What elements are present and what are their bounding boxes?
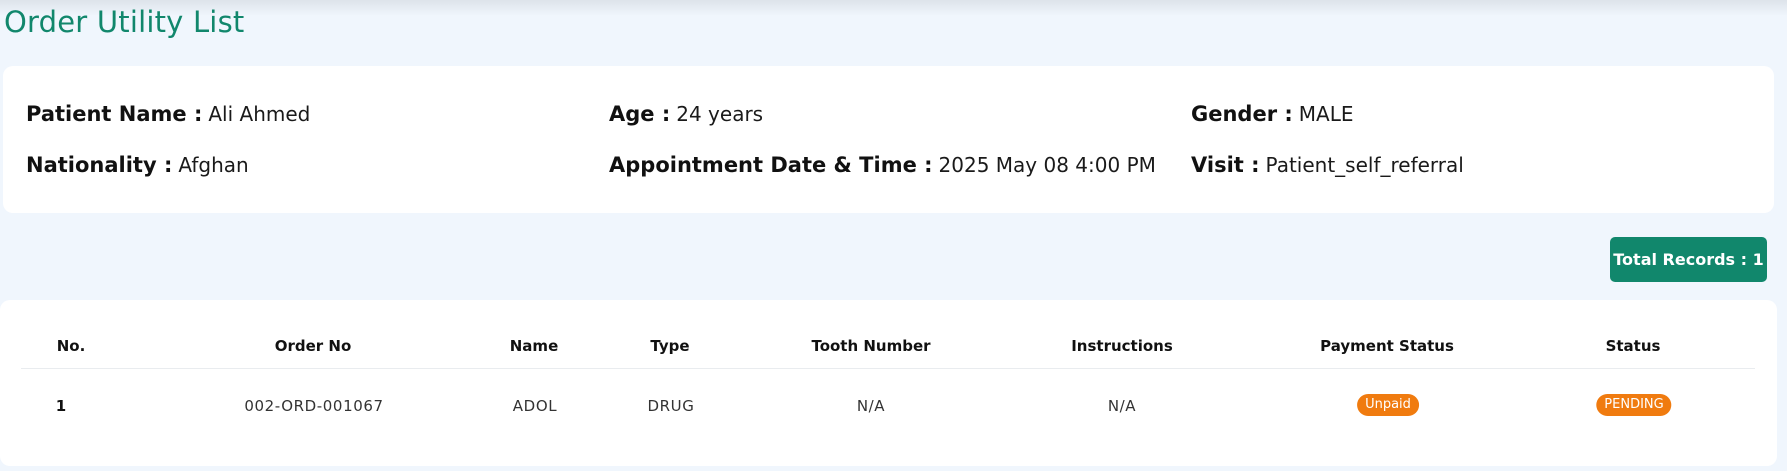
column-header-name[interactable]: Name xyxy=(510,337,558,355)
age-value: 24 years xyxy=(676,102,764,126)
appointment-value: 2025 May 08 4:00 PM xyxy=(938,153,1156,177)
appointment-row: Appointment Date & Time : 2025 May 08 4:… xyxy=(609,153,1156,177)
top-shadow xyxy=(0,0,1787,16)
column-header-order-no[interactable]: Order No xyxy=(275,337,352,355)
table-row[interactable]: 1 002-ORD-001067 ADOL DRUG N/A N/A Unpai… xyxy=(0,394,1777,424)
cell-instructions: N/A xyxy=(1107,397,1137,415)
column-header-instructions[interactable]: Instructions xyxy=(1071,337,1173,355)
payment-status-badge: Unpaid xyxy=(1357,394,1419,416)
patient-name-label: Patient Name : xyxy=(26,102,203,126)
nationality-label: Nationality : xyxy=(26,153,173,177)
cell-tooth-number: N/A xyxy=(856,397,886,415)
nationality-row: Nationality : Afghan xyxy=(26,153,249,177)
cell-order-no: 002-ORD-001067 xyxy=(244,397,384,415)
column-header-no[interactable]: No. xyxy=(57,337,86,355)
patient-info-card: Patient Name : Ali Ahmed Age : 24 years … xyxy=(3,66,1774,213)
cell-no: 1 xyxy=(55,397,67,415)
gender-value: MALE xyxy=(1298,102,1354,126)
column-header-status[interactable]: Status xyxy=(1606,337,1661,355)
visit-label: Visit : xyxy=(1191,153,1260,177)
cell-type: DRUG xyxy=(647,397,695,415)
age-label: Age : xyxy=(609,102,671,126)
appointment-label: Appointment Date & Time : xyxy=(609,153,933,177)
page-title: Order Utility List xyxy=(4,5,245,39)
nationality-value: Afghan xyxy=(178,153,249,177)
orders-table: No. Order No Name Type Tooth Number Inst… xyxy=(0,300,1777,466)
visit-row: Visit : Patient_self_referral xyxy=(1191,153,1464,177)
gender-row: Gender : MALE xyxy=(1191,102,1354,126)
column-header-payment-status[interactable]: Payment Status xyxy=(1320,337,1454,355)
page: Order Utility List Patient Name : Ali Ah… xyxy=(0,0,1787,471)
patient-name-row: Patient Name : Ali Ahmed xyxy=(26,102,310,126)
gender-label: Gender : xyxy=(1191,102,1293,126)
visit-value: Patient_self_referral xyxy=(1265,153,1464,177)
cell-name: ADOL xyxy=(512,397,558,415)
column-header-type[interactable]: Type xyxy=(650,337,689,355)
status-badge: PENDING xyxy=(1596,394,1672,416)
table-header: No. Order No Name Type Tooth Number Inst… xyxy=(21,337,1755,369)
age-row: Age : 24 years xyxy=(609,102,763,126)
total-records-badge: Total Records : 1 xyxy=(1610,237,1767,282)
column-header-tooth-number[interactable]: Tooth Number xyxy=(811,337,930,355)
patient-name-value: Ali Ahmed xyxy=(208,102,311,126)
